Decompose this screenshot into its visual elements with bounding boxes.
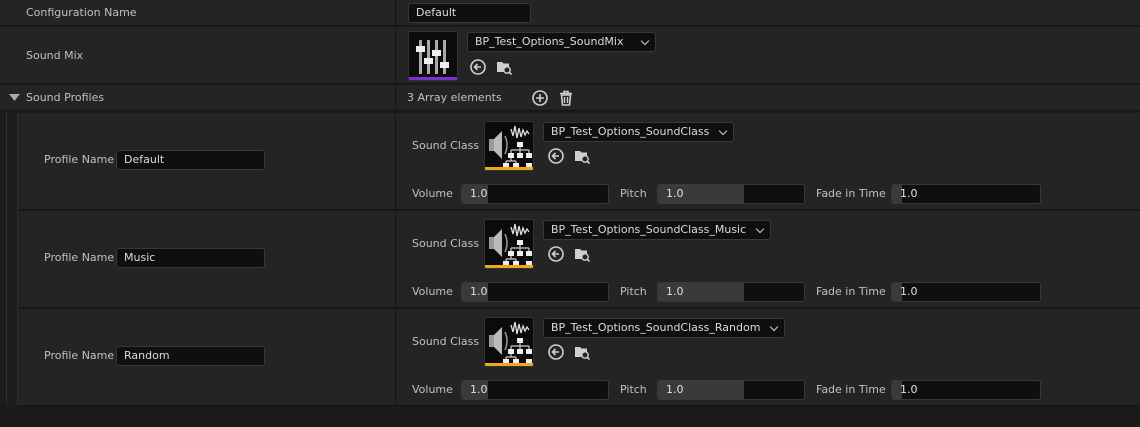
sound-profile-element: Profile Name Music Sound Class BP_Test_Opti… [18,211,1140,308]
sound-mix-row: Sound Mix BP_Test_Options_SoundMix [0,27,1140,84]
volume-value: 1.0 [470,187,488,200]
fade-in-time-value: 1.0 [900,285,918,298]
profile-name-label: Profile Name [44,251,115,264]
chevron-down-icon [719,126,728,136]
pitch-label: Pitch [620,285,647,298]
browse-asset-icon[interactable] [573,245,591,263]
browse-asset-icon[interactable] [573,343,591,361]
use-selected-asset-icon[interactable] [547,147,565,165]
use-selected-asset-icon[interactable] [547,343,565,361]
sound-class-asset-combo[interactable]: BP_Test_Options_SoundClass_Random [543,318,786,338]
config-name-row: Configuration Name Default [0,0,1140,26]
sound-class-thumbnail[interactable] [484,219,534,269]
fade-in-time-label: Fade in Time [816,187,886,200]
volume-numeric-input[interactable]: 1.0 [461,282,609,302]
chevron-down-icon [755,224,765,234]
sound-class-label: Sound Class [412,237,480,250]
volume-value: 1.0 [470,383,488,396]
sound-class-label: Sound Class [412,335,480,348]
sound-class-type-bar [485,363,533,366]
sound-class-speaker-icon [489,321,532,364]
sound-mix-thumbnail[interactable] [408,31,458,81]
sound-class-type-bar [485,167,533,170]
fade-in-time-label: Fade in Time [816,383,886,396]
fade-in-time-numeric-input[interactable]: 1.0 [891,380,1041,400]
array-indent-line [6,112,7,406]
sound-class-type-bar [485,265,533,268]
pitch-label: Pitch [620,187,647,200]
pitch-numeric-input[interactable]: 1.0 [657,184,805,204]
column-divider [395,27,396,83]
sound-mix-asset-name: BP_Test_Options_SoundMix [475,35,624,48]
config-name-input[interactable]: Default [408,3,531,23]
column-divider [395,211,396,307]
browse-asset-icon[interactable] [573,147,591,165]
profile-name-input[interactable]: Default [116,150,265,170]
sound-mix-label: Sound Mix [26,49,84,62]
details-empty-area [0,406,1140,427]
sound-mix-asset-combo[interactable]: BP_Test_Options_SoundMix [467,32,656,52]
fade-in-time-label: Fade in Time [816,285,886,298]
volume-numeric-input[interactable]: 1.0 [461,184,609,204]
fade-in-time-numeric-input[interactable]: 1.0 [891,282,1041,302]
column-divider [395,0,396,25]
sound-profiles-label: Sound Profiles [26,91,105,104]
profile-name-input[interactable]: Random [116,346,265,366]
volume-value: 1.0 [470,285,488,298]
sound-class-label: Sound Class [412,139,480,152]
volume-numeric-input[interactable]: 1.0 [461,380,609,400]
use-selected-asset-icon[interactable] [469,58,487,76]
column-divider [395,309,396,405]
sound-class-speaker-icon [489,125,532,168]
chevron-down-icon [640,36,650,46]
trash-icon[interactable] [557,89,575,107]
pitch-label: Pitch [620,383,647,396]
use-selected-asset-icon[interactable] [547,245,565,263]
column-divider [395,85,396,110]
browse-asset-icon[interactable] [495,58,513,76]
sound-class-asset-name: BP_Test_Options_SoundClass [551,125,710,138]
sound-profile-element: Profile Name Default Sound Class BP_Test_Op… [18,113,1140,210]
volume-label: Volume [412,285,453,298]
sound-class-asset-combo[interactable]: BP_Test_Options_SoundClass_Music [543,220,772,240]
chevron-down-icon [770,322,779,332]
sound-mix-type-bar [409,77,457,80]
pitch-numeric-input[interactable]: 1.0 [657,380,805,400]
sound-class-asset-name: BP_Test_Options_SoundClass_Music [551,223,747,236]
sound-class-thumbnail[interactable] [484,121,534,171]
profile-name-label: Profile Name [44,349,115,362]
fade-in-time-value: 1.0 [900,383,918,396]
sound-mix-sliders-icon [416,40,449,74]
pitch-value: 1.0 [666,285,684,298]
volume-label: Volume [412,187,453,200]
add-element-icon[interactable] [531,89,549,107]
profile-name-input[interactable]: Music [116,248,265,268]
collapse-arrow-icon[interactable] [9,94,20,102]
sound-profile-element: Profile Name Random Sound Class BP_Test_Opt… [18,309,1140,406]
column-divider [395,113,396,209]
pitch-numeric-input[interactable]: 1.0 [657,282,805,302]
array-indent-gutter [0,112,18,406]
pitch-value: 1.0 [666,383,684,396]
sound-profiles-row: Sound Profiles 3 Array elements [0,85,1140,111]
profile-name-label: Profile Name [44,153,115,166]
fade-in-time-value: 1.0 [900,187,918,200]
sound-class-asset-combo[interactable]: BP_Test_Options_SoundClass [543,122,735,142]
volume-label: Volume [412,383,453,396]
sound-class-thumbnail[interactable] [484,317,534,367]
config-name-label: Configuration Name [26,6,137,19]
array-count-text: 3 Array elements [407,91,502,104]
fade-in-time-numeric-input[interactable]: 1.0 [891,184,1041,204]
sound-class-asset-name: BP_Test_Options_SoundClass_Random [551,321,761,334]
pitch-value: 1.0 [666,187,684,200]
sound-class-speaker-icon [489,223,532,266]
